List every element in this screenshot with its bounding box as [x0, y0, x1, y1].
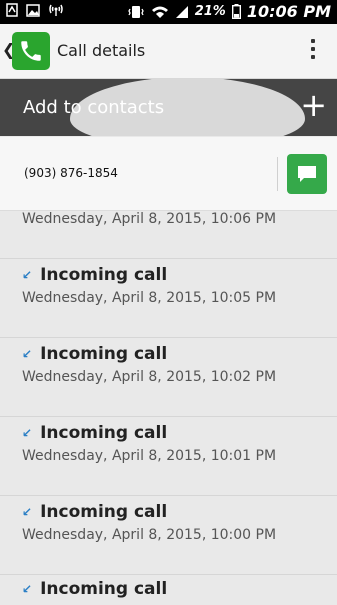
incoming-arrow-icon: ↙ — [22, 347, 33, 361]
call-date: Wednesday, April 8, 2015, 10:00 PM — [22, 527, 277, 543]
call-date: Wednesday, April 8, 2015, 10:06 PM — [22, 211, 277, 227]
list-item[interactable]: ↙ Incoming call — [0, 575, 337, 605]
incoming-arrow-icon: ↙ — [22, 582, 33, 596]
phone-app-icon[interactable] — [12, 32, 50, 70]
battery-percent: 21% — [194, 4, 226, 19]
status-left-icons — [6, 3, 64, 17]
call-type-label: Incoming call — [40, 423, 168, 443]
call-type-label: Incoming call — [40, 579, 168, 599]
clock: 10:06 PM — [246, 2, 331, 21]
message-icon — [298, 166, 316, 182]
add-to-contacts-banner[interactable]: Add to contacts + — [0, 79, 337, 136]
phone-number-row[interactable]: (903) 876-1854 — [0, 137, 337, 211]
incoming-arrow-icon: ↙ — [22, 505, 33, 519]
incoming-arrow-icon: ↙ — [22, 426, 33, 440]
call-date: Wednesday, April 8, 2015, 10:02 PM — [22, 369, 277, 385]
overflow-menu-icon[interactable] — [311, 39, 317, 63]
call-type: ↙ Incoming call — [22, 579, 167, 599]
add-to-contacts-label: Add to contacts — [23, 97, 165, 118]
action-bar: ❮ Call details — [0, 24, 337, 79]
divider — [277, 157, 278, 191]
wifi-icon — [151, 6, 168, 18]
page-title: Call details — [57, 41, 146, 60]
call-type-label: Incoming call — [40, 344, 168, 364]
call-type: ↙ Incoming call — [22, 344, 167, 364]
phone-icon — [21, 41, 41, 61]
status-right-icons: 21% 10:06 PM — [127, 2, 331, 21]
send-message-button[interactable] — [287, 154, 327, 194]
incoming-arrow-icon: ↙ — [22, 268, 33, 282]
add-contact-plus-icon[interactable]: + — [300, 89, 327, 121]
call-type: ↙ Incoming call — [22, 502, 167, 522]
list-item[interactable]: ↙ Incoming call Wednesday, April 8, 2015… — [0, 496, 337, 575]
notification-icon — [6, 3, 18, 17]
call-type: ↙ Incoming call — [22, 265, 167, 285]
list-item[interactable]: Wednesday, April 8, 2015, 10:06 PM — [0, 210, 337, 259]
status-bar: 21% 10:06 PM — [0, 0, 337, 24]
list-item[interactable]: ↙ Incoming call Wednesday, April 8, 2015… — [0, 338, 337, 417]
list-item[interactable]: ↙ Incoming call Wednesday, April 8, 2015… — [0, 417, 337, 496]
call-date: Wednesday, April 8, 2015, 10:01 PM — [22, 448, 277, 464]
list-item[interactable]: ↙ Incoming call Wednesday, April 8, 2015… — [0, 259, 337, 338]
call-date: Wednesday, April 8, 2015, 10:05 PM — [22, 290, 277, 306]
signal-icon — [175, 5, 188, 18]
call-type-label: Incoming call — [40, 265, 168, 285]
phone-number[interactable]: (903) 876-1854 — [24, 166, 118, 180]
image-icon — [26, 3, 40, 17]
vibrate-icon — [127, 5, 144, 18]
call-type: ↙ Incoming call — [22, 423, 167, 443]
battery-icon — [231, 4, 241, 19]
radio-icon — [49, 4, 63, 16]
call-type-label: Incoming call — [40, 502, 168, 522]
